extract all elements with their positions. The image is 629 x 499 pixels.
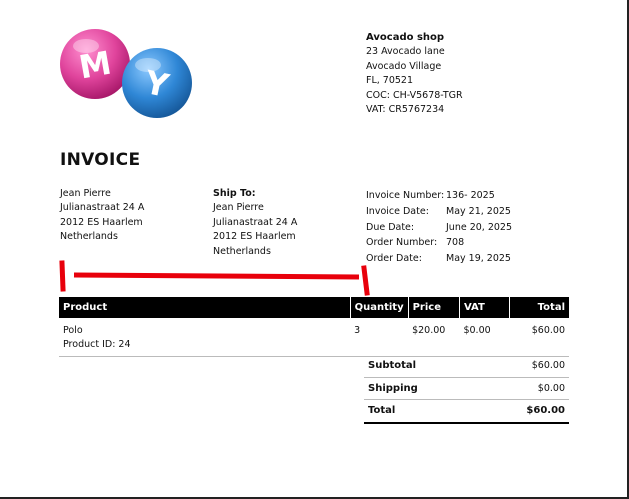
total-value: $60.00 xyxy=(477,399,569,424)
meta-row: Due Date: June 20, 2025 xyxy=(366,220,526,236)
total-label: Total xyxy=(364,399,478,424)
ship-to-line: Jean Pierre xyxy=(213,202,264,214)
meta-value: 708 xyxy=(446,237,465,249)
meta-value: June 20, 2025 xyxy=(446,221,513,233)
bill-to-line: Jean Pierre xyxy=(60,188,111,199)
ship-to-line: Netherlands xyxy=(213,245,271,257)
shop-info: Avocado shop 23 Avocado lane Avocado Vil… xyxy=(366,31,463,117)
shop-coc: COC: CH-V5678-TGR xyxy=(366,89,463,101)
subtotal-row: Subtotal $60.00 xyxy=(364,355,569,378)
meta-row: Order Date: May 19, 2025 xyxy=(366,251,526,267)
bill-to-line: 2012 ES Haarlem xyxy=(60,216,143,228)
col-header-total: Total xyxy=(509,297,569,318)
red-bracket-annotation xyxy=(59,260,370,296)
subtotal-value: $60.00 xyxy=(477,355,569,378)
shipping-value: $0.00 xyxy=(477,377,569,400)
meta-value: 136- 2025 xyxy=(446,190,495,201)
shop-address-line: Avocado Village xyxy=(366,60,442,72)
shop-address-line: FL, 70521 xyxy=(366,75,414,87)
table-header-row: Product Quantity Price VAT Total xyxy=(59,297,569,318)
product-name: Polo xyxy=(63,325,83,336)
invoice-title: INVOICE xyxy=(60,150,141,170)
meta-row: Order Number: 708 xyxy=(366,235,526,251)
table-row: Polo Product ID: 24 3 $20.00 $0.00 $60.0… xyxy=(59,318,569,357)
col-header-vat: VAT xyxy=(458,297,510,318)
meta-value: May 21, 2025 xyxy=(446,205,511,217)
ship-to-address: Ship To: Jean Pierre Julianastraat 24 A … xyxy=(213,187,297,259)
cell-total: $60.00 xyxy=(509,318,569,357)
logo-letter-m: M xyxy=(76,44,114,87)
meta-key: Due Date: xyxy=(366,221,415,233)
cell-quantity: 3 xyxy=(350,318,409,357)
cell-vat: $0.00 xyxy=(459,318,510,357)
meta-key: Invoice Number: xyxy=(366,190,445,201)
totals-table: Subtotal $60.00 Shipping $0.00 Total $60… xyxy=(364,355,569,424)
col-header-quantity: Quantity xyxy=(349,297,409,318)
cell-price: $20.00 xyxy=(408,318,460,357)
shop-vat: VAT: CR5767234 xyxy=(366,104,445,116)
shop-logo: M Y xyxy=(60,29,192,118)
product-id: Product ID: 24 xyxy=(63,339,131,350)
invoice-meta: Invoice Number: 136- 2025 Invoice Date: … xyxy=(366,188,526,267)
ship-to-line: 2012 ES Haarlem xyxy=(213,231,296,243)
subtotal-label: Subtotal xyxy=(364,355,478,378)
bill-to-line: Julianastraat 24 A xyxy=(60,202,145,214)
shipping-row: Shipping $0.00 xyxy=(364,377,569,400)
meta-key: Invoice Date: xyxy=(366,205,429,217)
meta-row: Invoice Date: May 21, 2025 xyxy=(366,204,526,220)
shop-name: Avocado shop xyxy=(366,32,445,43)
ship-to-line: Julianastraat 24 A xyxy=(213,216,298,228)
meta-key: Order Date: xyxy=(366,253,422,265)
meta-key: Order Number: xyxy=(366,237,438,249)
col-header-price: Price xyxy=(407,297,460,318)
bill-to-address: Jean Pierre Julianastraat 24 A 2012 ES H… xyxy=(60,187,144,245)
line-items-table: Product Quantity Price VAT Total Polo Pr… xyxy=(59,297,569,357)
shipping-label: Shipping xyxy=(364,377,478,400)
bill-to-line: Netherlands xyxy=(60,231,118,243)
cell-product: Polo Product ID: 24 xyxy=(59,318,351,357)
total-row: Total $60.00 xyxy=(364,399,569,424)
ship-to-label: Ship To: xyxy=(213,188,256,199)
meta-value: May 19, 2025 xyxy=(446,253,511,265)
shop-address-line: 23 Avocado lane xyxy=(366,46,445,58)
meta-row: Invoice Number: 136- 2025 xyxy=(366,188,526,204)
col-header-product: Product xyxy=(59,297,351,318)
